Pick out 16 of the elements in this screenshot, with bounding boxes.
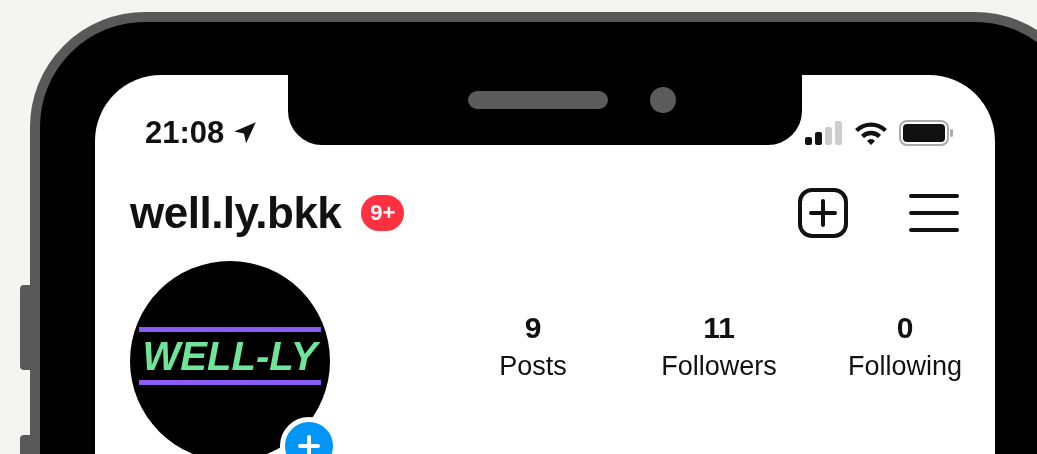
stat-label: Following: [847, 351, 963, 382]
notification-badge: 9+: [361, 195, 405, 231]
status-time: 21:08: [145, 115, 225, 151]
menu-icon[interactable]: [909, 192, 959, 234]
avatar-logo: WELL-LY: [138, 327, 322, 385]
wifi-icon: [853, 120, 889, 146]
stat-count: 9: [524, 311, 542, 345]
battery-icon: [899, 120, 955, 146]
stat-label: Posts: [499, 351, 567, 382]
stat-label: Followers: [661, 351, 777, 382]
signal-icon: [805, 121, 843, 145]
add-square-icon[interactable]: [797, 187, 849, 239]
stat-count: 11: [703, 311, 735, 345]
camera-dot: [650, 87, 676, 113]
stat-count: 0: [896, 311, 914, 345]
username: well.ly.bkk: [130, 188, 342, 238]
